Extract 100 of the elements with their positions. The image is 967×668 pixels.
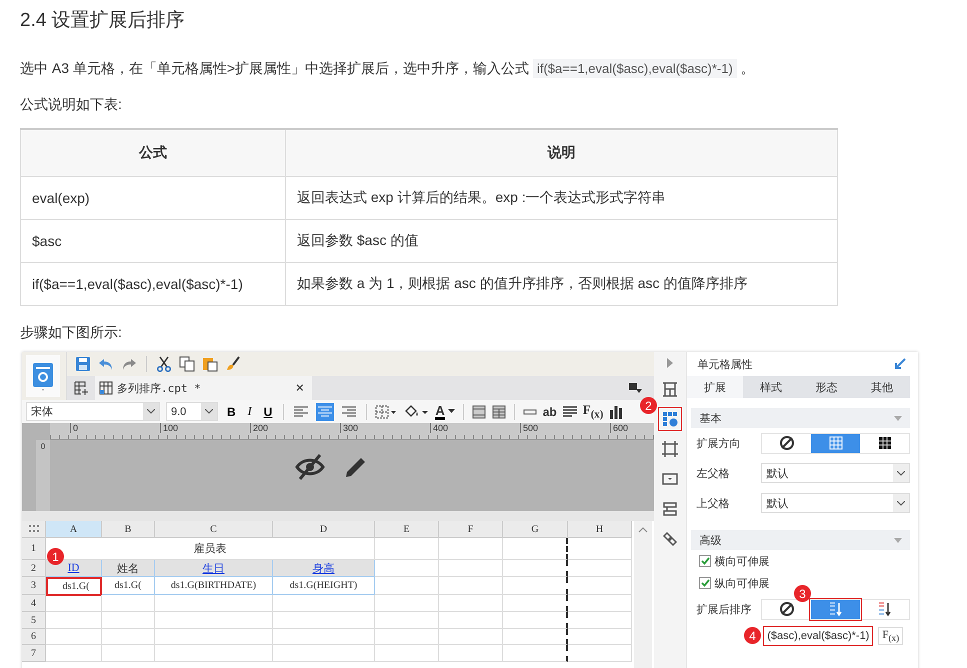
font-select[interactable]: 宋体 [26,402,160,421]
check-icon [700,579,710,587]
row-header[interactable]: 1 [22,538,46,560]
sort-icon [828,601,844,617]
select-all-icon[interactable] [22,521,46,538]
column-header[interactable]: D [273,521,375,538]
option-icon [828,435,844,451]
file-tab[interactable]: 多列排序.cpt * × [95,376,312,400]
row-header[interactable]: 2 [22,560,46,577]
empty-cell[interactable] [503,645,568,662]
table-caption: 公式说明如下表: [20,95,123,114]
field-label: 扩展后排序 [696,602,752,616]
row-header[interactable]: 3 [22,577,46,595]
arrow-icon[interactable] [894,358,906,370]
formula-button[interactable]: F$_{(x)}$ [878,626,904,646]
vertical-ruler: 0 [36,440,50,511]
row-header[interactable]: 7 [22,645,46,662]
formula-field[interactable]: ($asc),eval($asc)*-1) [763,626,874,646]
empty-cell[interactable] [503,538,568,560]
checkbox[interactable]: 横向可伸展 [687,550,910,572]
sheet-cell[interactable]: ds1.G(BIRTHDATE) [155,577,273,595]
copy-icon[interactable] [179,356,195,372]
panel-tab[interactable]: 其他 [854,376,910,398]
border-icon[interactable] [375,404,398,418]
save-icon[interactable] [75,356,91,372]
sheet-cell[interactable]: ds1.G(HEIGHT) [273,577,375,595]
text-field-icon[interactable] [522,408,537,416]
app-logo[interactable] [26,355,60,397]
empty-cell[interactable] [503,629,568,645]
chevron-down-icon[interactable] [897,500,905,506]
caret-icon[interactable] [448,409,455,414]
column-header[interactable]: G [503,521,568,538]
table-cell: 返回参数 $asc 的值 [286,220,838,262]
column-header[interactable]: A [46,521,102,538]
close-tab-button[interactable]: × [296,380,304,396]
column-header[interactable]: F [439,521,503,538]
panel-tab[interactable]: 扩展 [687,376,743,398]
option-icon [778,435,795,451]
sort-icon [876,601,893,617]
paragraph-icon[interactable] [562,406,577,418]
chevron-down-icon[interactable] [205,409,213,414]
redo-icon[interactable] [121,356,137,372]
row-header[interactable]: 6 [22,629,46,645]
chevron-down-icon[interactable] [147,409,155,414]
scrollbar[interactable] [634,521,652,668]
column-header[interactable]: C [155,521,273,538]
font-color-button[interactable]: A [435,404,445,420]
panel-icon [660,500,679,518]
sheet-header-cell[interactable]: ID [46,560,102,577]
chevron-down-icon[interactable] [897,470,905,476]
panel-icon [660,530,679,548]
section-header[interactable]: 基本 [691,408,910,428]
steps-caption: 步骤如下图所示: [20,323,123,342]
format-button[interactable]: U [260,404,276,418]
column-header[interactable]: E [375,521,439,538]
panel-tab[interactable]: 形态 [798,376,854,398]
empty-cell[interactable] [503,595,568,612]
format-button[interactable]: I [244,404,255,419]
scroll-up-icon[interactable] [638,527,648,533]
sheet-header-cell[interactable]: 姓名 [102,560,155,577]
undo-icon[interactable] [98,356,114,372]
format-button[interactable]: B [224,404,239,418]
merge-cells-icon[interactable] [472,404,486,418]
collapse-arrow-icon[interactable] [666,358,673,368]
new-report-icon[interactable] [73,380,89,396]
table-cell: if($a==1,eval($asc),eval($asc)*-1) [20,262,286,306]
sheet-cell[interactable]: ds1.G( [46,577,102,596]
dropdown-menu-icon[interactable] [628,382,642,394]
segmented-control[interactable] [761,432,910,454]
segmented-control[interactable] [761,598,910,620]
top-parent-select[interactable]: 默认 [761,493,910,513]
section-header[interactable]: 高级 [691,530,910,550]
column-header[interactable]: H [568,521,632,538]
empty-cell[interactable] [503,560,568,577]
panel-icon [660,410,679,428]
sheet-cell[interactable]: ds1.G( [102,577,155,595]
text-wrap-button[interactable]: ab [542,404,557,418]
bar-chart-icon[interactable] [609,404,624,418]
panel-switch-button[interactable] [658,408,681,430]
empty-cell[interactable] [503,612,568,629]
sheet-header-cell[interactable]: 身高 [273,560,375,577]
cut-icon[interactable] [156,356,172,372]
formula-button[interactable]: F$_{(x)}$ [582,402,604,421]
panel-tab[interactable]: 样式 [742,376,799,398]
align-icon [294,406,308,418]
hidden-eye-icon[interactable] [294,454,325,480]
paste-icon[interactable] [202,356,218,372]
left-parent-select[interactable]: 默认 [761,463,910,483]
field-label: 扩展方向 [696,436,742,450]
column-header[interactable]: B [102,521,155,538]
sheet-header-cell[interactable]: 生日 [155,560,273,577]
row-header[interactable]: 4 [22,595,46,612]
split-cells-icon[interactable] [492,404,506,418]
empty-cell[interactable] [503,577,568,595]
sort-icon [778,601,795,617]
row-header[interactable]: 5 [22,612,46,629]
brush-icon[interactable] [225,356,241,372]
fill-bucket-icon[interactable] [403,404,430,420]
report-icon [99,381,113,395]
font-size-select[interactable]: 9.0 [166,402,218,421]
